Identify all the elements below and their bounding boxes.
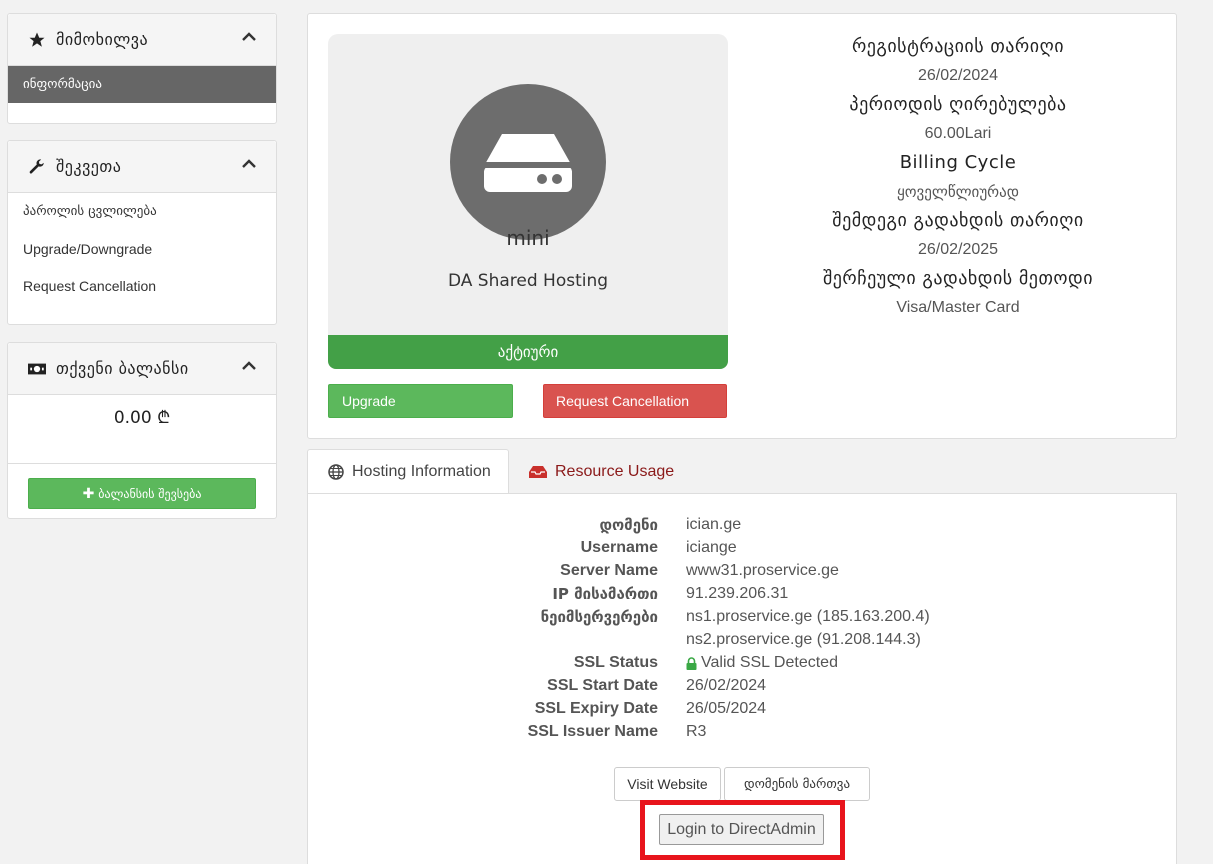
ssl-expiry-value: 26/05/2024 [686, 700, 767, 717]
hosting-row-ssl-expiry: SSL Expiry Date 26/05/2024 [308, 700, 1178, 723]
ssl-status-label: SSL Status [573, 654, 658, 671]
sidebar-item-change-password[interactable]: პაროლის ცვლილება [8, 193, 276, 230]
server-name-label: Server Name [560, 562, 658, 579]
ip-value: 91.239.206.31 [686, 585, 789, 602]
next-due-date-label: შემდეგი გადახდის თარიღი [832, 210, 1084, 231]
hosting-row-nameserver-2: ns2.proservice.ge (91.208.144.3) [308, 631, 1178, 654]
hosting-row-ssl-status: SSL Status Valid SSL Detected [308, 654, 1178, 677]
ssl-status-text: Valid SSL Detected [701, 654, 838, 671]
hosting-row-ip: IP მისამართი 91.239.206.31 [308, 585, 1178, 608]
registration-date-label: რეგისტრაციის თარიღი [851, 36, 1065, 57]
hosting-row-ssl-start: SSL Start Date 26/02/2024 [308, 677, 1178, 700]
billing-cycle-value: ყოველწლიურად [897, 183, 1019, 201]
request-cancellation-button[interactable]: Request Cancellation [543, 384, 727, 418]
tab-resource-usage[interactable]: Resource Usage [529, 449, 674, 494]
payment-method-value: Visa/Master Card [896, 299, 1020, 316]
ip-label: IP მისამართი [552, 585, 658, 603]
money-icon [28, 360, 46, 378]
product-details: რეგისტრაციის თარიღი 26/02/2024 პერიოდის … [758, 32, 1158, 322]
add-funds-button[interactable]: ✚ ბალანსის შევსება [28, 478, 256, 509]
sidebar-item-information[interactable]: ინფორმაცია [8, 66, 276, 103]
chevron-up-icon[interactable] [240, 28, 258, 46]
upgrade-button[interactable]: Upgrade [328, 384, 513, 418]
status-badge: აქტიური [328, 335, 728, 369]
add-funds-label: ბალანსის შევსება [98, 486, 202, 501]
actions-title: შეკვეთა [56, 157, 122, 176]
domain-value: ician.ge [686, 516, 742, 533]
chevron-up-icon[interactable] [240, 357, 258, 375]
globe-icon [328, 464, 344, 480]
hosting-row-server: Server Name www31.proservice.ge [308, 562, 1178, 585]
nameservers-label: ნეიმსერვერები [540, 608, 658, 626]
username-value: iciange [686, 539, 737, 556]
chevron-up-icon[interactable] [240, 155, 258, 173]
actions-panel: შეკვეთა პაროლის ცვლილება Upgrade/Downgra… [7, 140, 277, 325]
ssl-issuer-label: SSL Issuer Name [527, 723, 658, 740]
visit-website-button[interactable]: Visit Website [614, 767, 721, 801]
overview-panel: მიმოხილვა ინფორმაცია [7, 13, 277, 124]
balance-panel: თქვენი ბალანსი 0.00 ₾ ✚ ბალანსის შევსება [7, 342, 277, 519]
ssl-expiry-label: SSL Expiry Date [534, 700, 658, 717]
billing-cycle-label: Billing Cycle [899, 152, 1017, 173]
domain-label: დომენი [599, 516, 658, 534]
product-card: mini DA Shared Hosting აქტიური Upgrade R… [307, 13, 1177, 439]
login-directadmin-button[interactable]: Login to DirectAdmin [659, 814, 824, 845]
registration-date-value: 26/02/2024 [917, 67, 999, 84]
manage-domain-button[interactable]: დომენის მართვა [724, 767, 870, 801]
wrench-icon [28, 158, 46, 176]
username-label: Username [580, 539, 658, 556]
balance-amount: 0.00 ₾ [8, 395, 276, 464]
product-box: mini DA Shared Hosting [328, 34, 728, 336]
sidebar-item-request-cancellation[interactable]: Request Cancellation [8, 267, 276, 304]
product-group: DA Shared Hosting [447, 271, 609, 291]
hosting-row-username: Username iciange [308, 539, 1178, 562]
tab-bar: Hosting Information Resource Usage [307, 449, 1177, 494]
ssl-issuer-value: R3 [686, 723, 707, 740]
server-icon [450, 84, 606, 240]
payment-method-label: შერჩეული გადახდის მეთოდი [822, 268, 1094, 289]
recurring-amount-value: 60.00Lari [924, 125, 992, 142]
overview-title: მიმოხილვა [56, 30, 149, 49]
product-name: mini [506, 226, 550, 250]
star-icon [28, 31, 46, 49]
tab-hosting-information[interactable]: Hosting Information [307, 449, 509, 494]
tab-hosting-information-label: Hosting Information [352, 463, 491, 480]
server-name-value: www31.proservice.ge [686, 562, 839, 579]
tab-resource-usage-label: Resource Usage [555, 462, 675, 480]
overview-panel-header[interactable]: მიმოხილვა [8, 14, 276, 66]
actions-panel-header[interactable]: შეკვეთა [8, 141, 276, 193]
balance-panel-header[interactable]: თქვენი ბალანსი [8, 343, 276, 395]
plus-icon: ✚ [82, 485, 95, 502]
hosting-row-domain: დომენი ician.ge [308, 516, 1178, 539]
recurring-amount-label: პერიოდის ღირებულება [849, 94, 1067, 115]
hosting-row-ssl-issuer: SSL Issuer Name R3 [308, 723, 1178, 746]
hosting-row-nameservers: ნეიმსერვერები ns1.proservice.ge (185.163… [308, 608, 1178, 631]
ssl-start-label: SSL Start Date [547, 677, 658, 694]
inbox-icon [529, 465, 547, 479]
nameserver-2-value: ns2.proservice.ge (91.208.144.3) [686, 631, 921, 648]
sidebar-item-upgrade-downgrade[interactable]: Upgrade/Downgrade [8, 230, 276, 267]
nameserver-1-value: ns1.proservice.ge (185.163.200.4) [686, 608, 930, 625]
ssl-status-value: Valid SSL Detected [686, 654, 838, 672]
ssl-start-value: 26/02/2024 [686, 677, 767, 694]
next-due-date-value: 26/02/2025 [917, 241, 999, 258]
lock-icon [686, 656, 697, 670]
balance-title: თქვენი ბალანსი [56, 359, 189, 378]
